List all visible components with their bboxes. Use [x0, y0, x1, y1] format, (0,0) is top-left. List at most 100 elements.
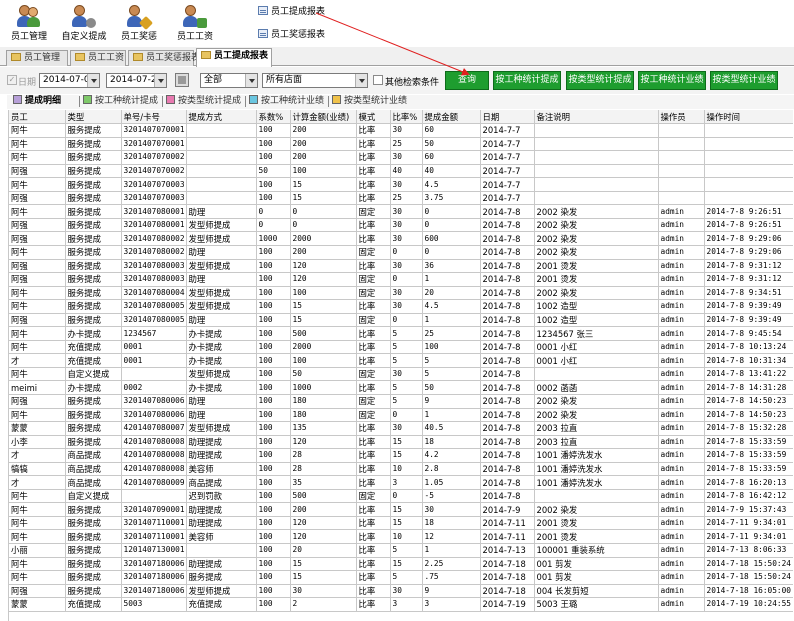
staff-management-button[interactable]: 员工管理 [2, 2, 56, 44]
salary-button[interactable]: 员工工资 [168, 2, 222, 44]
table-row[interactable]: 阿牛 服务提成 3201407080001 助理 0 0 固定 30 0 2014-7-8 2002… [9, 204, 793, 219]
table-row[interactable]: 阿强 服务提成 3201407080003 助理 100 120 固定 0 1 2014-7-8 2… [9, 272, 793, 287]
stat-commission-by-type-button[interactable]: 按类型统计提成 [566, 71, 634, 90]
table-row[interactable]: 阿牛 服务提成 3201407110001 助理提成 100 120 比率 15 18 2014-… [9, 516, 793, 531]
table-row[interactable]: 才商品提成 4201407080009 商品提成 100 35 比率 3 1.05 2014-7… [9, 475, 793, 490]
table-cell: 比率 [356, 340, 391, 355]
column-header[interactable]: 员工 [9, 110, 66, 125]
column-header[interactable]: 计算金额(业绩) [290, 110, 357, 125]
store-select[interactable]: 所有店面 [262, 73, 368, 88]
stat-commission-by-job-button[interactable]: 按工种统计提成 [493, 71, 561, 90]
custom-commission-button[interactable]: 自定义提成 [57, 2, 111, 44]
table-row[interactable]: 阿强 服务提成 3201407080006 助理 100 180 固定 5 9 2014-7-8 2… [9, 394, 793, 409]
table-cell: 2002 染发 [534, 245, 659, 260]
table-row[interactable]: meimi 办卡提成 0002 办卡提成 100 1000 比率 5 50 2014-7-8 000… [9, 380, 793, 395]
date-checkbox[interactable]: ✓ [7, 75, 17, 85]
subtab-performance-by-type[interactable]: 按类型统计业绩 [332, 95, 407, 108]
chevron-down-icon [154, 74, 166, 87]
toolbar-button-label: 自定义提成 [61, 32, 107, 42]
table-row[interactable]: 阿牛 服务提成 3201407080004 发型师提成 100 100 固定 30 20 2014… [9, 286, 793, 301]
reward-report-link[interactable]: 员工奖惩报表 [258, 28, 325, 42]
search-button[interactable]: 查询 [445, 71, 489, 90]
table-cell: 1 [422, 313, 481, 328]
table-cell: 0002 菡菡 [534, 380, 659, 395]
table-row[interactable]: 阿强 服务提成 3201407080005 助理 100 15 固定 0 1 2014-7-8 10… [9, 313, 793, 328]
commission-report-link[interactable]: 员工提成报表 [258, 5, 325, 19]
tab-reward-report[interactable]: 员工奖惩报表 [128, 50, 200, 66]
table-cell: 2014-7-8 16:42:12 [704, 489, 793, 504]
table-row[interactable]: 阿牛 自定义提成 迟到罚款 100 500 固定 0 -5 2014-7-8 admin 2014-… [9, 489, 793, 504]
table-row[interactable]: 小李 服务提成 4201407080008 助理提成 100 120 比率 15 18 2014-… [9, 435, 793, 450]
table-cell [704, 191, 793, 206]
tab-staff-salary[interactable]: 员工工资 [70, 50, 126, 66]
table-row[interactable]: 阿牛 服务提成 3201407080002 助理 100 200 固定 0 0 2014-7-8 2… [9, 245, 793, 260]
report-icon [258, 29, 268, 38]
table-row[interactable]: 阿牛 服务提成 3201407080005 发型师提成 100 15 比率 30 4.5 2014… [9, 299, 793, 314]
table-row[interactable]: 阿强 服务提成 3201407180006 发型师提成 100 30 比率 30 9 2014-7… [9, 584, 793, 599]
column-header[interactable]: 单号/卡号 [121, 110, 187, 125]
column-header[interactable]: 提成方式 [186, 110, 257, 125]
type-select[interactable]: 全部 [200, 73, 258, 88]
table-row[interactable]: 才充值提成 0001 办卡提成 100 100 比率 5 5 2014-7-8 0001 小红 ad… [9, 353, 793, 368]
table-row[interactable]: 犒犒 商品提成 4201407080008 美容师 100 28 比率 10 2.8 2014-7… [9, 462, 793, 477]
column-header[interactable]: 提成金额 [422, 110, 481, 125]
start-date-picker[interactable]: 2014-07-01 [39, 73, 100, 88]
table-row[interactable]: 阿牛 服务提成 3201407070003 100 15 比率 30 4.5 2014-7-7 [9, 177, 793, 192]
table-row[interactable]: 才商品提成 4201407080008 助理提成 100 28 比率 15 4.2 2014-7… [9, 448, 793, 463]
table-row[interactable]: 阿牛 办卡提成 1234567 办卡提成 100 500 比率 5 25 2014-7-8 1234… [9, 326, 793, 341]
table-cell: 比率 [356, 584, 391, 599]
table-cell: 200 [290, 137, 357, 152]
table-row[interactable]: 小丽 服务提成 1201407130001 100 20 比率 5 1 2014-7-13 100… [9, 543, 793, 558]
commission-detail-grid[interactable]: 员工 类型 单号/卡号 提成方式 系数% 计算金额(业绩) 模式 比率% 提成金额 日期 备注说明操… [8, 110, 793, 621]
table-row[interactable]: 阿牛 服务提成 3201407070001 100 200 比率 25 50 2014-7-7 [9, 137, 793, 152]
table-cell: 服务提成 [65, 286, 122, 301]
stat-performance-by-type-button[interactable]: 按类型统计业绩 [710, 71, 778, 90]
tab-staff-management[interactable]: 员工管理 [6, 50, 68, 66]
table-row[interactable]: 蒙蒙 服务提成 4201407080007 发型师提成 100 135 比率 30 40.5 20… [9, 421, 793, 436]
column-header[interactable]: 备注说明 [534, 110, 659, 125]
subtab-commission-by-job[interactable]: 按工种统计提成 [83, 95, 158, 108]
table-cell: 5 [422, 353, 481, 368]
table-row[interactable]: 阿牛 服务提成 3201407070001 100 200 比率 30 60 2014-7-7 [9, 123, 793, 138]
stat-performance-by-job-button[interactable]: 按工种统计业绩 [638, 71, 706, 90]
table-cell: 2014-7-8 [480, 435, 535, 450]
table-row[interactable]: 阿牛 服务提成 3201407110001 美容师 100 120 比率 10 12 2014-7… [9, 529, 793, 544]
table-row[interactable]: 阿牛 服务提成 3201407180006 助理提成 100 15 比率 15 2.25 2014… [9, 557, 793, 572]
column-header[interactable]: 比率% [390, 110, 423, 125]
subtab-commission-by-type[interactable]: 按类型统计提成 [166, 95, 241, 108]
table-row[interactable]: 阿强 服务提成 3201407070002 50 100 比率 40 40 2014-7-7 [9, 164, 793, 179]
column-header[interactable]: 模式 [356, 110, 391, 125]
table-row[interactable]: 阿强 服务提成 3201407080002 发型师提成 1000 2000 比率 30 600 2… [9, 231, 793, 246]
table-cell: admin [658, 435, 705, 450]
table-cell: 25 [390, 137, 423, 152]
reward-punish-button[interactable]: 员工奖惩 [112, 2, 166, 44]
calculator-icon[interactable] [175, 73, 189, 87]
end-date-picker[interactable]: 2014-07-21 [106, 73, 167, 88]
table-cell [658, 150, 705, 165]
table-row[interactable]: 阿强 服务提成 3201407070003 100 15 比率 25 3.75 2014-7-7 [9, 191, 793, 206]
table-row[interactable]: 阿强 服务提成 3201407080001 发型师提成 0 0 比率 30 0 2014-7-8 2… [9, 218, 793, 233]
table-cell: 2014-7-8 [480, 408, 535, 423]
table-cell [534, 489, 659, 504]
tab-commission-report[interactable]: 员工提成报表 [196, 48, 272, 67]
column-header[interactable]: 类型 [65, 110, 122, 125]
subtab-performance-by-job[interactable]: 按工种统计业绩 [249, 95, 324, 108]
table-cell: 2002 染发 [534, 394, 659, 409]
column-header[interactable]: 系数% [256, 110, 291, 125]
column-header[interactable]: 操作员 [658, 110, 705, 125]
table-cell: 30 [390, 218, 423, 233]
link-label: 员工奖惩报表 [271, 30, 326, 40]
table-row[interactable]: 阿牛 充值提成 0001 办卡提成 100 2000 比率 5 100 2014-7-8 0001 … [9, 340, 793, 355]
table-row[interactable]: 阿牛 自定义提成 发型师提成 100 50 固定 30 5 2014-7-8 admin 2014-… [9, 367, 793, 382]
table-row[interactable]: 阿牛 服务提成 3201407070002 100 200 比率 30 60 2014-7-7 [9, 150, 793, 165]
column-header[interactable]: 日期 [480, 110, 535, 125]
other-conditions-checkbox[interactable] [373, 75, 383, 85]
table-row[interactable]: 阿牛 服务提成 3201407090001 助理提成 100 200 比率 15 30 2014-… [9, 502, 793, 517]
subtab-commission-detail[interactable]: 提成明细 [13, 95, 61, 108]
table-row[interactable]: 蒙蒙 充值提成 5003 充值提成 100 2 比率 3 3 2014-7-19 5003 王璐 ad… [9, 597, 793, 612]
table-row[interactable]: 阿牛 服务提成 3201407080006 助理 100 180 固定 0 1 2014-7-8 2… [9, 408, 793, 423]
table-cell: 阿牛 [9, 557, 66, 572]
table-row[interactable]: 阿牛 服务提成 3201407180006 服务提成 100 15 比率 5.75 2014-7… [9, 570, 793, 585]
column-header[interactable]: 操作时间 [704, 110, 793, 125]
table-row[interactable]: 阿强 服务提成 3201407080003 发型师提成 100 120 比率 30 36 2014… [9, 259, 793, 274]
